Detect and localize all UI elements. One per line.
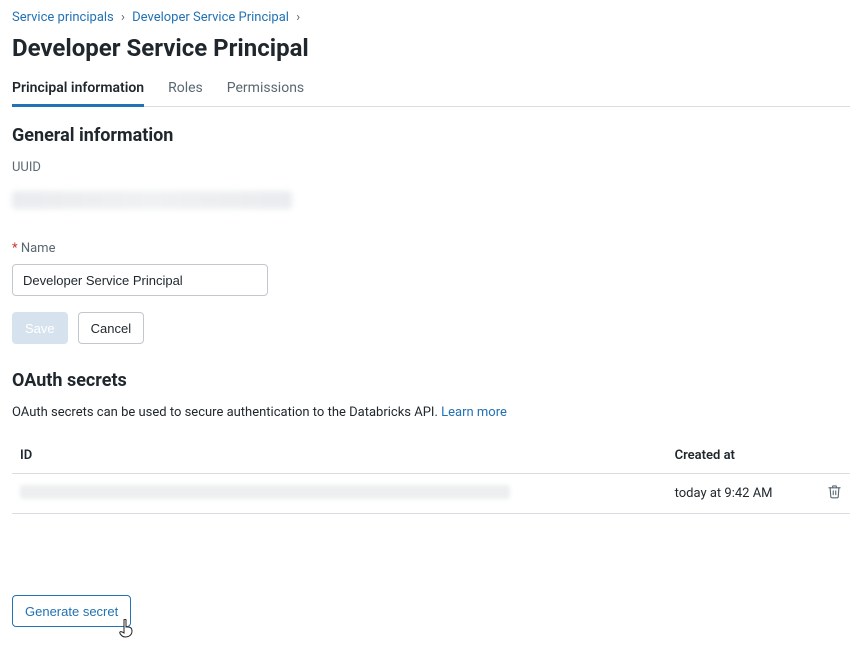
column-header-created-at: Created at [667, 438, 814, 474]
breadcrumb-sep-icon: › [296, 10, 300, 25]
oauth-description-text: OAuth secrets can be used to secure auth… [12, 405, 441, 420]
name-input[interactable] [12, 264, 268, 296]
general-info-heading: General information [12, 125, 850, 146]
save-button: Save [12, 312, 68, 344]
column-header-actions [814, 438, 850, 474]
tab-roles[interactable]: Roles [168, 74, 203, 106]
breadcrumb-sep-icon: › [121, 10, 125, 25]
tab-permissions[interactable]: Permissions [227, 74, 304, 106]
secret-created-cell: today at 9:42 AM [667, 474, 814, 514]
generate-secret-button[interactable]: Generate secret [12, 595, 131, 627]
secrets-table: ID Created at today at 9:42 AM [12, 438, 850, 514]
breadcrumb-link-service-principals[interactable]: Service principals [12, 10, 114, 25]
uuid-value-redacted [12, 191, 292, 209]
name-label: Name [12, 241, 850, 256]
tabs: Principal information Roles Permissions [12, 74, 850, 107]
column-header-id: ID [12, 438, 667, 474]
breadcrumb-link-current[interactable]: Developer Service Principal [132, 10, 289, 25]
table-row: today at 9:42 AM [12, 474, 850, 514]
trash-icon[interactable] [827, 488, 842, 503]
learn-more-link[interactable]: Learn more [441, 405, 507, 420]
secret-id-cell [12, 474, 667, 514]
cancel-button[interactable]: Cancel [78, 312, 144, 344]
uuid-label: UUID [12, 160, 850, 175]
secret-id-redacted [20, 485, 510, 499]
oauth-description: OAuth secrets can be used to secure auth… [12, 405, 850, 420]
page-title: Developer Service Principal [12, 34, 850, 62]
tab-principal-information[interactable]: Principal information [12, 74, 144, 106]
breadcrumb: Service principals › Developer Service P… [12, 8, 850, 28]
oauth-secrets-heading: OAuth secrets [12, 370, 850, 391]
